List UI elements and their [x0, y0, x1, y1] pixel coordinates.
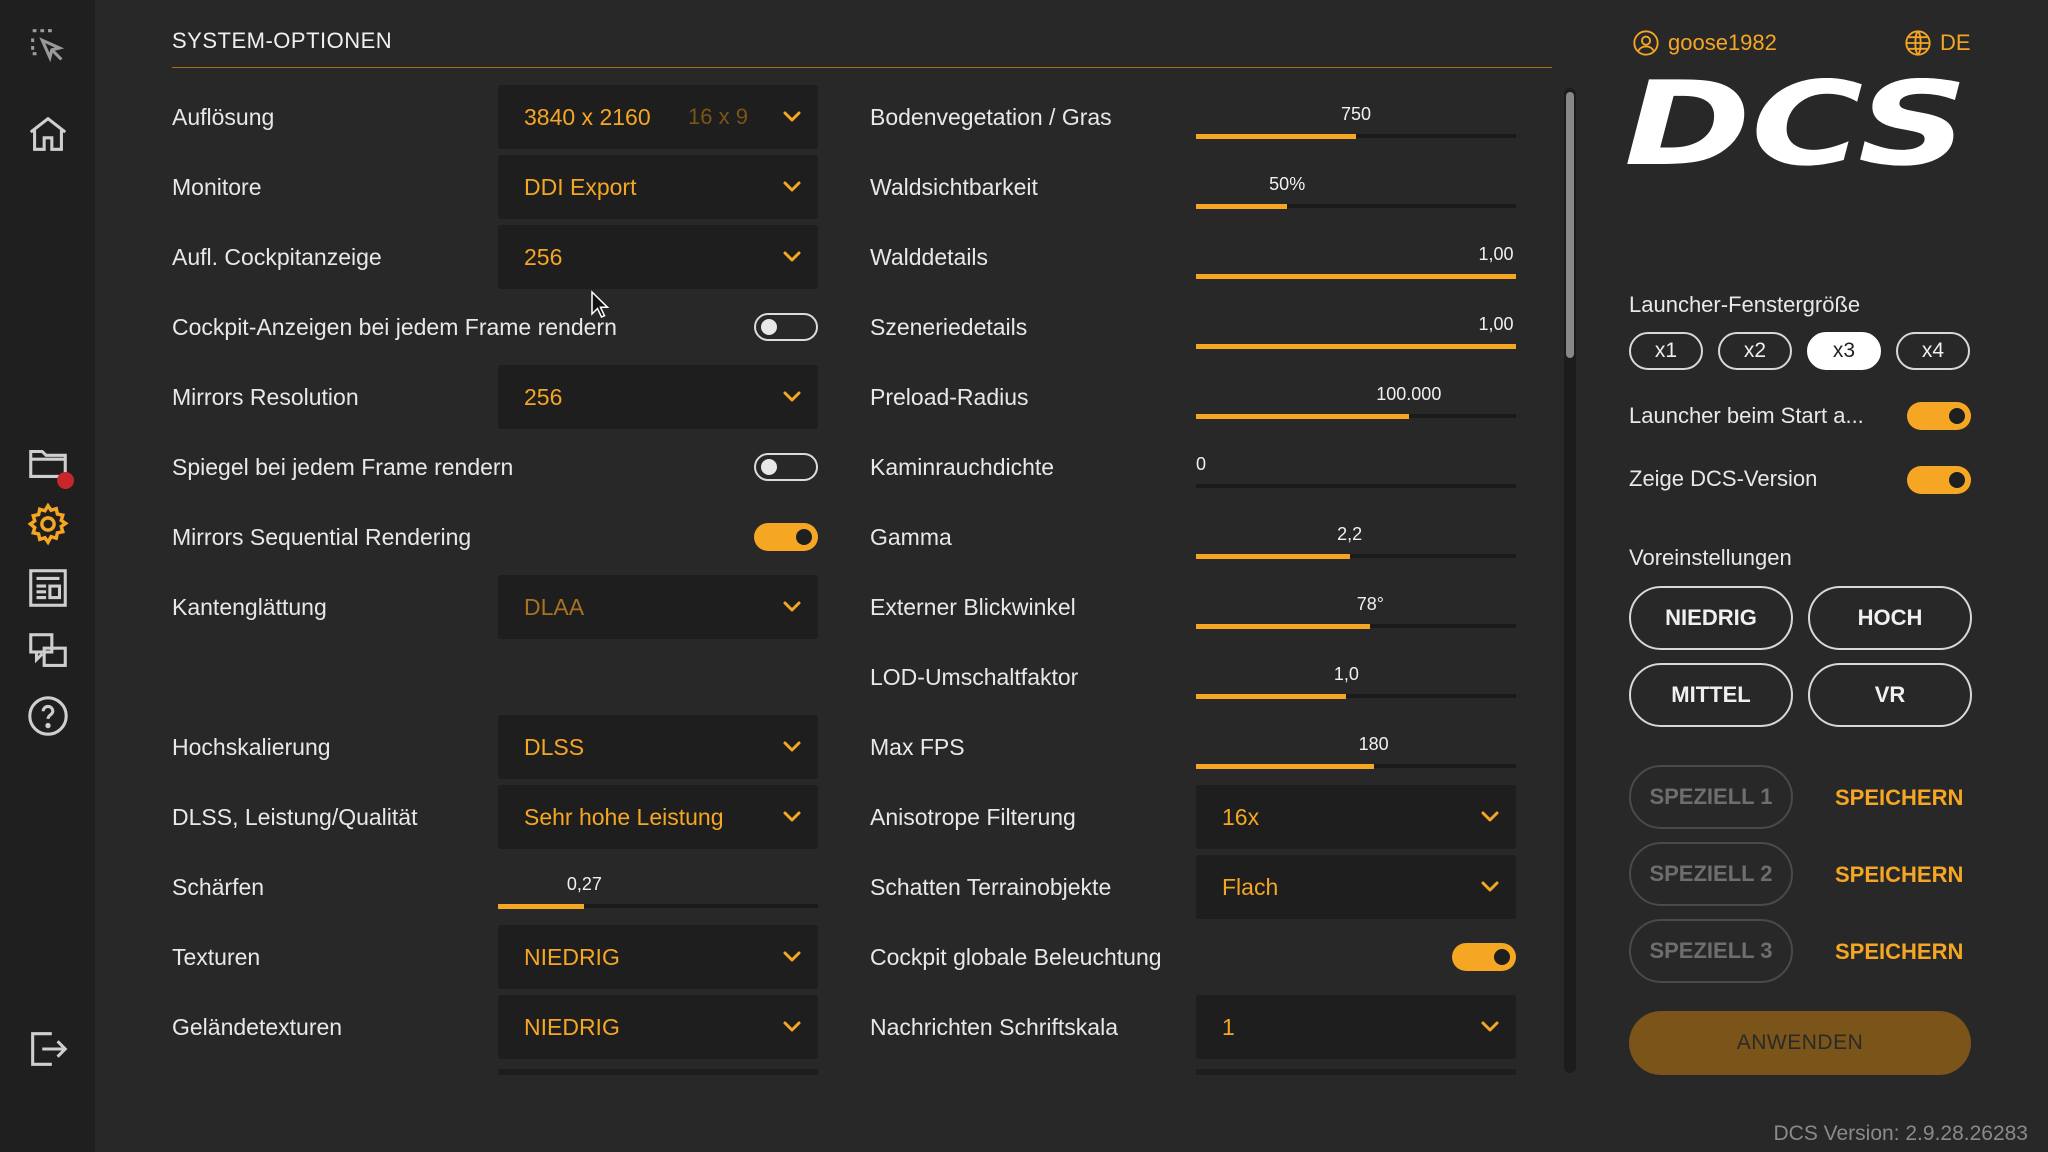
- toggle-knob: [1494, 949, 1510, 965]
- slider-value: 0: [1196, 454, 1207, 474]
- setting-label: Max FPS: [870, 734, 965, 760]
- apply-button[interactable]: ANWENDEN: [1629, 1011, 1971, 1075]
- slider-value: 180: [1358, 734, 1389, 754]
- slider-value: 78°: [1356, 594, 1385, 614]
- setting-label: Bodenvegetation / Gras: [870, 104, 1112, 130]
- slider-fill: [1196, 344, 1516, 349]
- slider-fill: [1196, 414, 1409, 419]
- szeneriedetails-slider[interactable]: 1,00: [1196, 294, 1516, 360]
- preset-high-button[interactable]: HOCH: [1808, 586, 1972, 650]
- special-1-button[interactable]: SPEZIELL 1: [1629, 765, 1793, 829]
- svg-text:DCS: DCS: [1624, 78, 1968, 178]
- window-size-x4-button[interactable]: x4: [1896, 332, 1970, 370]
- max-fps-slider[interactable]: 180: [1196, 714, 1516, 780]
- schatten-terrainobjekte-dropdown[interactable]: Flach: [1196, 855, 1516, 919]
- slider-fill: [1196, 274, 1516, 279]
- setting-label: Externer Blickwinkel: [870, 594, 1076, 620]
- preset-vr-button[interactable]: VR: [1808, 663, 1972, 727]
- setting-label: Schatten Terrainobjekte: [870, 874, 1112, 900]
- anisotrope-filterung-dropdown[interactable]: 16x: [1196, 785, 1516, 849]
- gamma-slider[interactable]: 2,2: [1196, 504, 1516, 570]
- setting-label: LOD-Umschaltfaktor: [870, 664, 1079, 690]
- slider-value: 50%: [1269, 174, 1306, 194]
- preload-radius-slider[interactable]: 100.000: [1196, 364, 1516, 430]
- lod-umschaltfaktor-slider[interactable]: 1,0: [1196, 644, 1516, 710]
- dcs-logo: DCS: [1624, 78, 1968, 178]
- dropdown-value: Flach: [1222, 874, 1279, 900]
- select-icon[interactable]: [22, 20, 74, 72]
- save-special-3-button[interactable]: SPEICHERN: [1835, 939, 1963, 965]
- setting-label: Cockpit globale Beleuchtung: [870, 944, 1162, 970]
- setting-label: Nachrichten Schriftskala: [870, 1014, 1118, 1040]
- slider-value: 2,2: [1337, 524, 1363, 544]
- window-size-label: Launcher-Fenstergröße: [1629, 292, 1861, 317]
- dropdown-value: 1: [1222, 1014, 1235, 1040]
- slider-track: [1196, 484, 1516, 488]
- slider-fill: [1196, 624, 1371, 629]
- window-size-x2-button[interactable]: x2: [1718, 332, 1792, 370]
- walddetails-slider[interactable]: 1,00: [1196, 224, 1516, 290]
- save-special-1-button[interactable]: SPEICHERN: [1835, 785, 1963, 811]
- preset-low-button[interactable]: NIEDRIG: [1629, 586, 1793, 650]
- chevron-down-icon: [1481, 881, 1499, 892]
- setting-row-walddetails: Walddetails 1,00: [0, 224, 2048, 290]
- dropdown-value: 16x: [1222, 804, 1260, 830]
- setting-label: Szeneriedetails: [870, 314, 1028, 340]
- cockpit-globale-beleuchtung-toggle[interactable]: [1452, 943, 1516, 971]
- language-selector[interactable]: DE: [1904, 28, 1971, 58]
- globe-icon: [1905, 30, 1931, 56]
- show-version-label: Zeige DCS-Version: [1629, 466, 1818, 491]
- slider-value: 100.000: [1376, 384, 1442, 404]
- externer-blickwinkel-slider[interactable]: 78°: [1196, 574, 1516, 640]
- slider-fill: [1196, 204, 1288, 209]
- window-size-x3-button[interactable]: x3: [1807, 332, 1881, 370]
- slider-value: 1,00: [1478, 314, 1514, 334]
- waldsichtbarkeit-slider[interactable]: 50%: [1196, 154, 1516, 220]
- special-2-button[interactable]: SPEZIELL 2: [1629, 842, 1793, 906]
- show-version-toggle[interactable]: [1907, 466, 1971, 494]
- scrollbar-thumb[interactable]: [1566, 92, 1574, 358]
- partial-dropdown: [1196, 1069, 1516, 1075]
- chevron-down-icon: [1481, 1021, 1499, 1032]
- scrollbar[interactable]: [1564, 88, 1576, 1073]
- setting-label: Anisotrope Filterung: [870, 804, 1076, 830]
- preset-medium-button[interactable]: MITTEL: [1629, 663, 1793, 727]
- setting-label: Walddetails: [870, 244, 989, 270]
- nachrichten-schriftskala-dropdown[interactable]: 1: [1196, 995, 1516, 1059]
- special-3-button[interactable]: SPEZIELL 3: [1629, 919, 1793, 983]
- window-size-x1-button[interactable]: x1: [1629, 332, 1703, 370]
- chevron-down-icon: [1481, 811, 1499, 822]
- title-divider: [172, 67, 1552, 68]
- slider-value: 1,0: [1333, 664, 1359, 684]
- username: goose1982: [1668, 30, 1777, 55]
- slider-fill: [1196, 764, 1374, 769]
- setting-label: Preload-Radius: [870, 384, 1029, 410]
- slider-value: 1,00: [1478, 244, 1514, 264]
- setting-label: Gamma: [870, 524, 952, 550]
- launcher-start-toggle[interactable]: [1907, 402, 1971, 430]
- mouse-cursor-icon: [591, 290, 610, 318]
- launcher-start-label: Launcher beim Start a...: [1629, 403, 1864, 428]
- user-account[interactable]: goose1982: [1632, 28, 1777, 58]
- slider-fill: [1196, 694, 1347, 699]
- slider-fill: [1196, 554, 1350, 559]
- save-special-2-button[interactable]: SPEICHERN: [1835, 862, 1963, 888]
- partial-dropdown: [498, 1069, 818, 1075]
- setting-label: Waldsichtbarkeit: [870, 174, 1038, 200]
- user-icon: [1633, 30, 1659, 56]
- page-title: SYSTEM-OPTIONEN: [172, 28, 393, 53]
- kaminrauchdichte-slider[interactable]: 0: [1196, 434, 1516, 500]
- presets-label: Voreinstellungen: [1629, 545, 1792, 570]
- setting-label: Kaminrauchdichte: [870, 454, 1055, 480]
- slider-value: 750: [1340, 104, 1372, 124]
- language-code: DE: [1940, 30, 1971, 55]
- version-text: DCS Version: 2.9.28.26283: [1773, 1122, 2028, 1145]
- slider-fill: [1196, 134, 1356, 139]
- bodenvegetation-gras-slider[interactable]: 750: [1196, 84, 1516, 150]
